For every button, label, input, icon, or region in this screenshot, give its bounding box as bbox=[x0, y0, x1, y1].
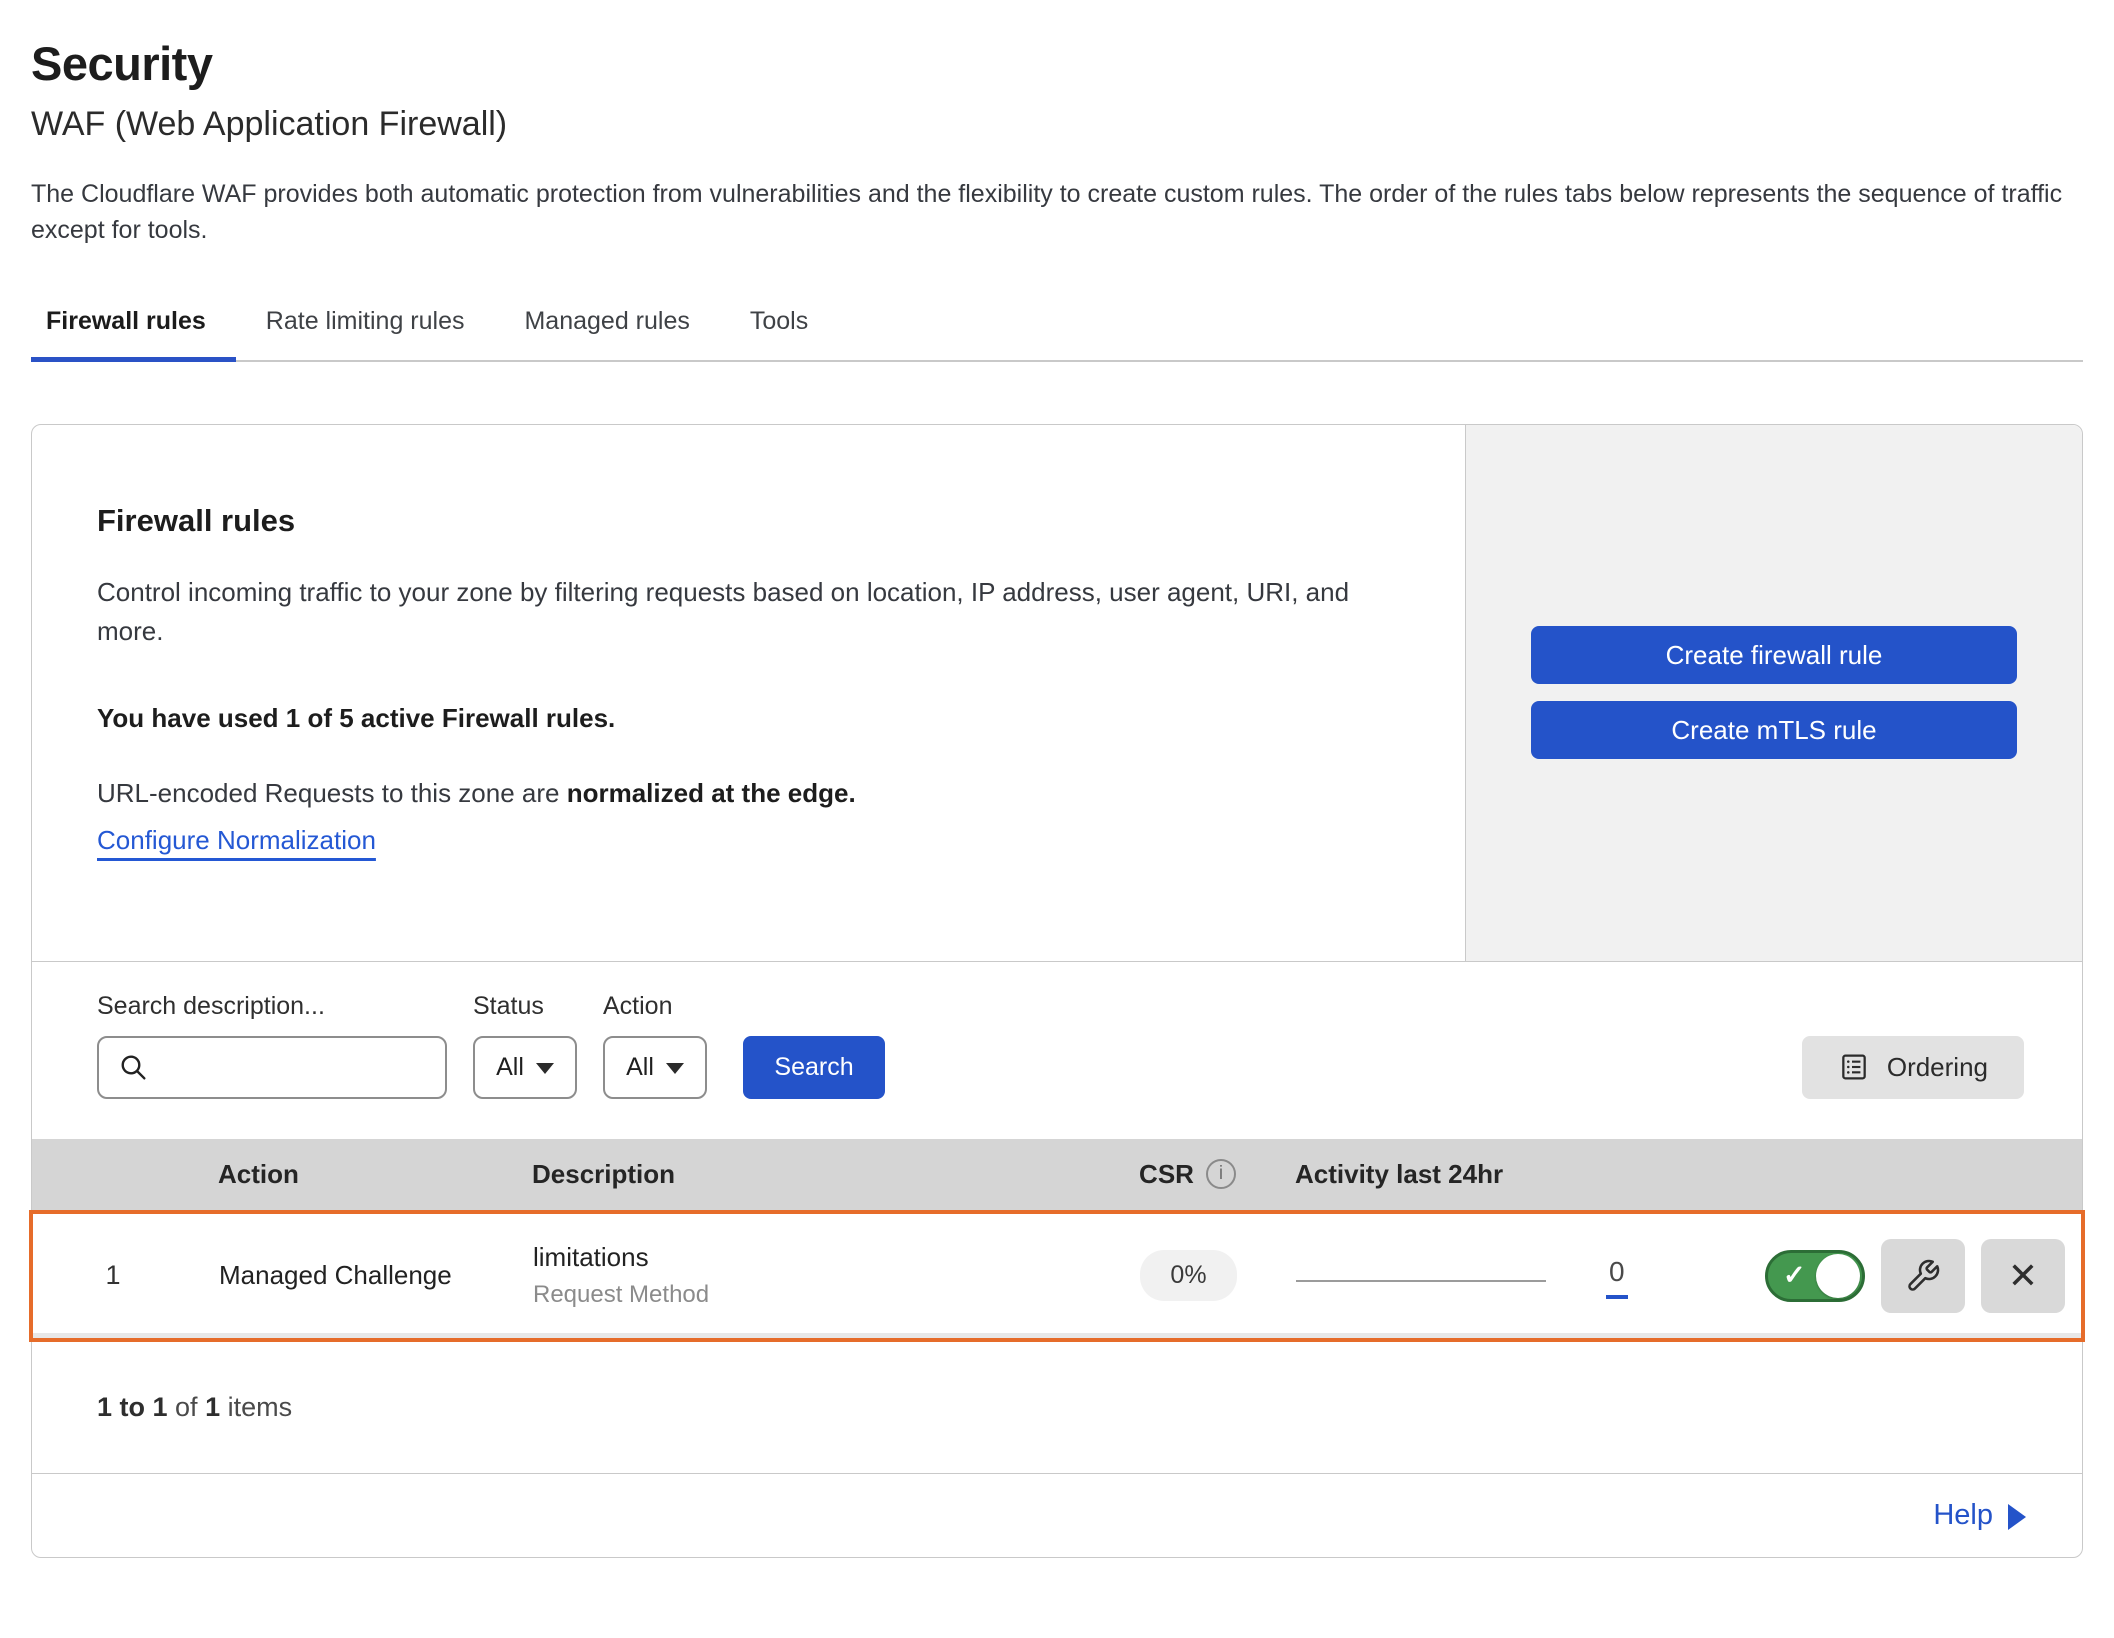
page-title: Security bbox=[31, 36, 2083, 91]
status-filter-group: Status All bbox=[473, 992, 577, 1099]
column-header-action: Action bbox=[192, 1159, 532, 1190]
close-icon: ✕ bbox=[2008, 1255, 2038, 1297]
action-filter-group: Action All bbox=[603, 992, 707, 1099]
search-button[interactable]: Search bbox=[743, 1036, 885, 1099]
firewall-rule-row-highlighted[interactable]: 1 Managed Challenge limitations Request … bbox=[29, 1210, 2085, 1342]
summary-total: 1 bbox=[205, 1392, 220, 1422]
delete-rule-button[interactable]: ✕ bbox=[1981, 1239, 2065, 1313]
actions-panel: Create firewall rule Create mTLS rule bbox=[1465, 425, 2082, 961]
normalization-text: URL-encoded Requests to this zone are no… bbox=[97, 778, 1425, 809]
panel-description: Control incoming traffic to your zone by… bbox=[97, 573, 1397, 651]
tab-managed-rules[interactable]: Managed rules bbox=[494, 295, 719, 360]
activity-count-link[interactable]: 0 bbox=[1606, 1256, 1628, 1299]
wrench-icon bbox=[1905, 1258, 1941, 1294]
summary-mid: of bbox=[168, 1392, 206, 1422]
list-ordering-icon bbox=[1838, 1051, 1870, 1083]
search-icon bbox=[117, 1051, 149, 1083]
summary-range: 1 to 1 bbox=[97, 1392, 168, 1422]
info-icon[interactable]: i bbox=[1206, 1159, 1236, 1189]
help-arrow-icon bbox=[2008, 1504, 2026, 1530]
edit-rule-button[interactable] bbox=[1881, 1239, 1965, 1313]
help-link-label: Help bbox=[1933, 1499, 1993, 1532]
waf-tab-bar: Firewall rules Rate limiting rules Manag… bbox=[31, 295, 2083, 362]
pagination-summary: 1 to 1 of 1 items bbox=[32, 1342, 2082, 1473]
firewall-rules-info: Firewall rules Control incoming traffic … bbox=[32, 425, 1465, 961]
tab-firewall-rules[interactable]: Firewall rules bbox=[31, 295, 236, 360]
ordering-button-label: Ordering bbox=[1887, 1052, 1988, 1083]
action-select-value: All bbox=[626, 1053, 654, 1082]
panel-heading: Firewall rules bbox=[97, 503, 1425, 539]
chevron-down-icon bbox=[536, 1063, 554, 1074]
search-box[interactable] bbox=[97, 1036, 447, 1099]
tab-tools[interactable]: Tools bbox=[720, 295, 838, 360]
checkmark-icon: ✓ bbox=[1783, 1259, 1806, 1290]
rule-description-cell: limitations Request Method bbox=[533, 1242, 1081, 1309]
normalization-bold: normalized at the edge. bbox=[567, 778, 856, 808]
search-input[interactable] bbox=[149, 1040, 463, 1093]
rules-table-header: Action Description CSR i Activity last 2… bbox=[32, 1139, 2082, 1210]
status-select[interactable]: All bbox=[473, 1036, 577, 1099]
firewall-rules-card: Firewall rules Control incoming traffic … bbox=[31, 424, 2083, 1558]
csr-header-label: CSR bbox=[1139, 1159, 1194, 1190]
page-subtitle: WAF (Web Application Firewall) bbox=[31, 105, 2083, 144]
column-header-activity: Activity last 24hr bbox=[1295, 1159, 1745, 1190]
help-link[interactable]: Help bbox=[1933, 1499, 2026, 1532]
rule-action: Managed Challenge bbox=[193, 1260, 533, 1291]
search-filter-group: Search description... bbox=[97, 992, 447, 1099]
status-label: Status bbox=[473, 992, 577, 1021]
rule-field: Request Method bbox=[533, 1281, 1081, 1309]
rule-controls: ✓ ✕ bbox=[1746, 1239, 2081, 1313]
tab-rate-limiting-rules[interactable]: Rate limiting rules bbox=[236, 295, 495, 360]
toggle-knob bbox=[1816, 1254, 1860, 1298]
ordering-button[interactable]: Ordering bbox=[1802, 1036, 2024, 1099]
column-header-csr: CSR i bbox=[1139, 1159, 1236, 1190]
normalization-prefix: URL-encoded Requests to this zone are bbox=[97, 778, 567, 808]
card-footer: Help bbox=[32, 1473, 2082, 1557]
filter-bar: Search description... Status All Action bbox=[32, 962, 2082, 1139]
search-label: Search description... bbox=[97, 992, 447, 1021]
create-mtls-rule-button[interactable]: Create mTLS rule bbox=[1531, 701, 2017, 759]
create-firewall-rule-button[interactable]: Create firewall rule bbox=[1531, 626, 2017, 684]
usage-text: You have used 1 of 5 active Firewall rul… bbox=[97, 703, 1425, 734]
column-header-description: Description bbox=[532, 1159, 1080, 1190]
firewall-rules-header-section: Firewall rules Control incoming traffic … bbox=[32, 425, 2082, 962]
rule-description: limitations bbox=[533, 1242, 1081, 1273]
action-label: Action bbox=[603, 992, 707, 1021]
rule-priority: 1 bbox=[105, 1260, 120, 1291]
chevron-down-icon bbox=[666, 1063, 684, 1074]
csr-value-badge: 0% bbox=[1140, 1250, 1236, 1301]
status-select-value: All bbox=[496, 1053, 524, 1082]
page-description: The Cloudflare WAF provides both automat… bbox=[31, 176, 2083, 249]
summary-suffix: items bbox=[220, 1392, 292, 1422]
action-select[interactable]: All bbox=[603, 1036, 707, 1099]
activity-cell: 0 bbox=[1296, 1256, 1746, 1296]
activity-sparkline bbox=[1296, 1280, 1546, 1282]
rule-enabled-toggle[interactable]: ✓ bbox=[1765, 1250, 1865, 1302]
configure-normalization-link[interactable]: Configure Normalization bbox=[97, 825, 376, 856]
security-waf-page: Security WAF (Web Application Firewall) … bbox=[0, 0, 2114, 1558]
